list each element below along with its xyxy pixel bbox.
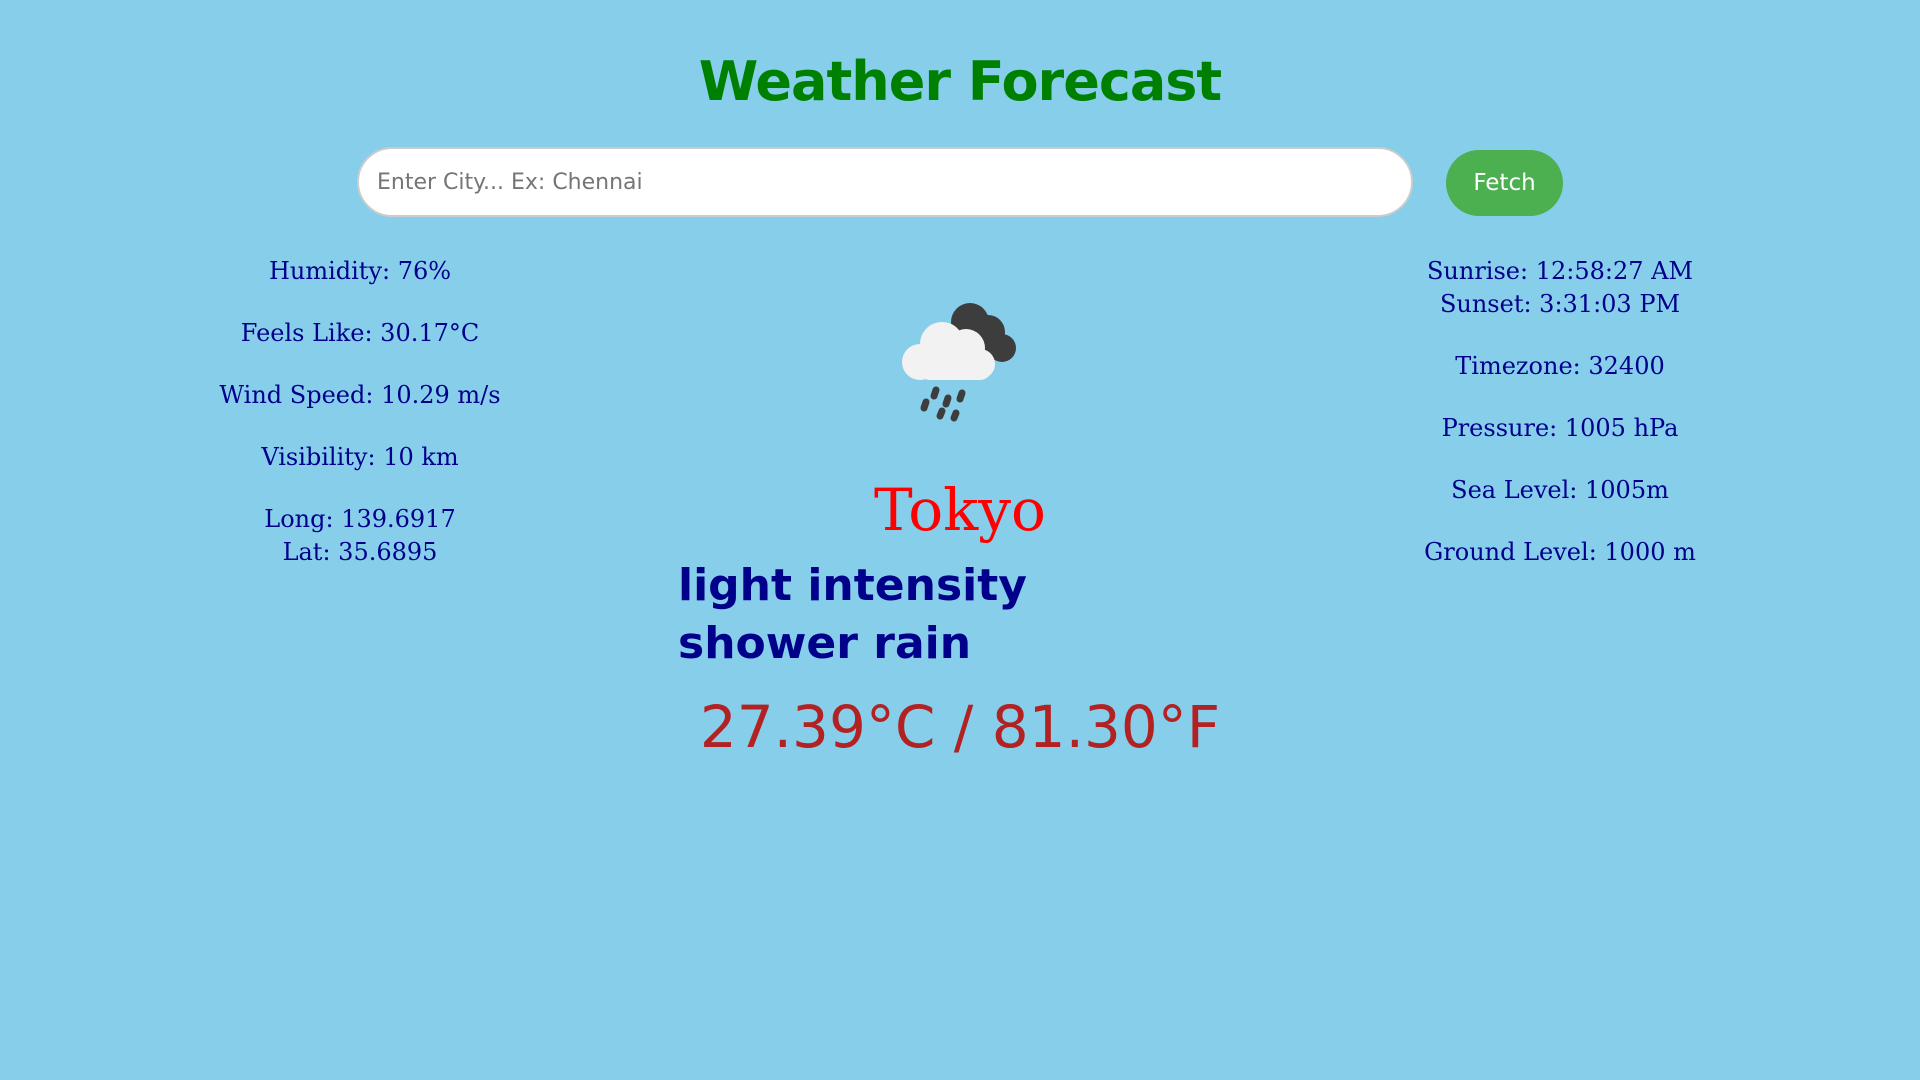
- city-name: Tokyo: [874, 476, 1046, 544]
- sunrise-stat: Sunrise: 12:58:27 AM: [1426, 257, 1694, 285]
- wind-speed-stat: Wind Speed: 10.29 m/s: [219, 381, 501, 409]
- city-search-input[interactable]: [357, 147, 1413, 217]
- sunset-stat: Sunset: 3:31:03 PM: [1439, 290, 1681, 318]
- pressure-stat: Pressure: 1005 hPa: [1441, 414, 1679, 442]
- temperature-readout: 27.39°C / 81.30°F: [699, 693, 1221, 761]
- weather-description: light intensity shower rain: [678, 560, 1027, 669]
- humidity-stat: Humidity: 76%: [268, 257, 452, 285]
- shower-rain-cloud-icon: [902, 303, 1016, 422]
- page-title: Weather Forecast: [698, 50, 1222, 113]
- timezone-stat: Timezone: 32400: [1455, 352, 1665, 380]
- fetch-button[interactable]: Fetch: [1446, 150, 1563, 216]
- feels-like-stat: Feels Like: 30.17°C: [240, 319, 480, 347]
